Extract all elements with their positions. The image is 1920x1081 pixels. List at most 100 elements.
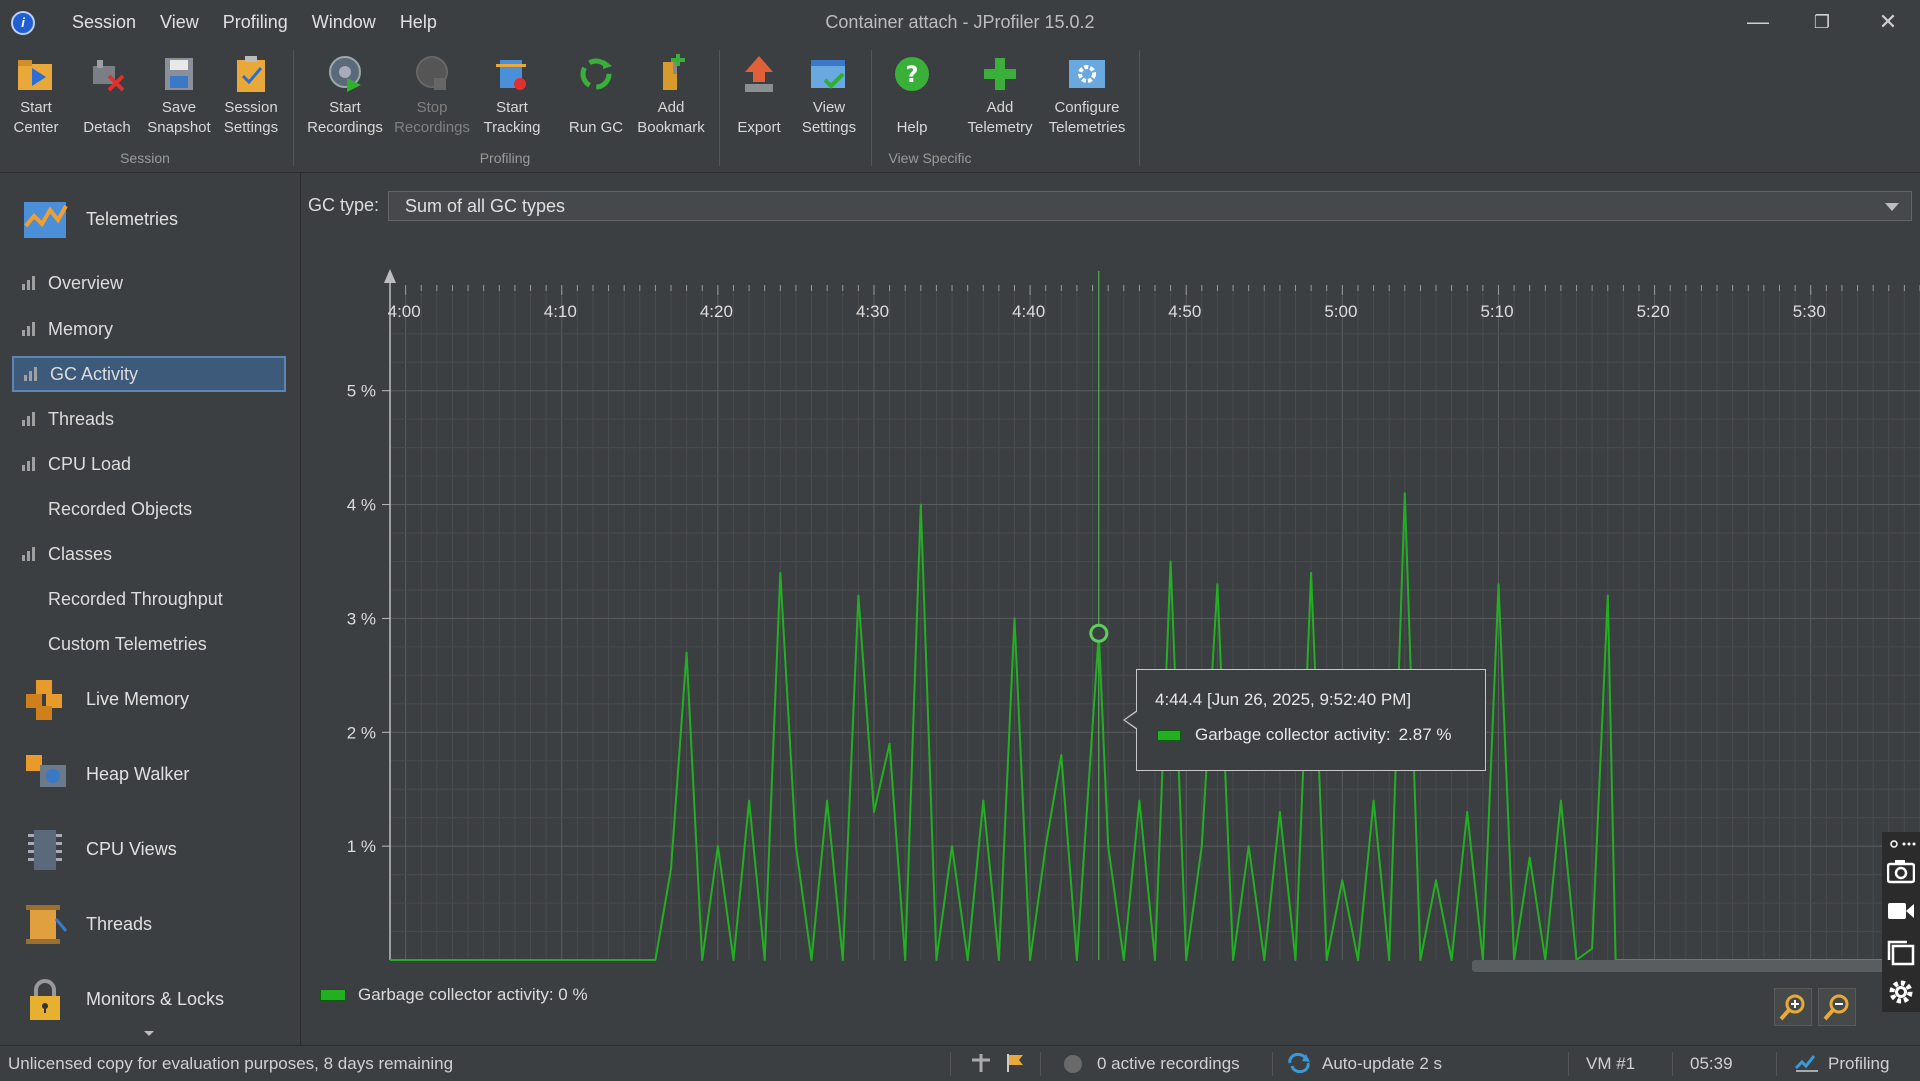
view-settings-button[interactable]: View Settings [789, 54, 869, 138]
chart-legend: Garbage collector activity: 0 % [320, 985, 588, 1005]
sidebar-category-cpu-views[interactable]: CPU Views [22, 825, 177, 873]
sidebar: Telemetries Overview Memory GC Activity Thr… [0, 173, 301, 1045]
add-bookmark-button[interactable]: Add Bookmark [631, 54, 711, 138]
start-recordings-button[interactable]: Start Recordings [305, 54, 385, 138]
toolbar-separator [293, 50, 294, 166]
sidebar-category-heap-walker[interactable]: Heap Walker [22, 750, 189, 798]
x-tick-label: 4:50 [1168, 302, 1201, 321]
sidebar-category-live-memory[interactable]: Live Memory [22, 675, 189, 723]
add-telemetry-button[interactable]: Add Telemetry [960, 54, 1040, 138]
scroll-down-arrow-icon[interactable] [144, 1031, 154, 1036]
legend-swatch [320, 989, 346, 1001]
help-icon: ? [892, 54, 932, 94]
refresh-icon [1286, 1052, 1312, 1079]
sidebar-item-label: Threads [48, 408, 115, 429]
x-tick-label: 5:10 [1480, 302, 1513, 321]
menu-help[interactable]: Help [388, 10, 449, 35]
folder-play-icon [16, 54, 56, 94]
toolbar-separator [1139, 50, 1140, 166]
export-button[interactable]: Export [719, 54, 799, 138]
menu-profiling[interactable]: Profiling [211, 10, 300, 35]
detach-button[interactable]: Detach [67, 54, 147, 138]
sidebar-item-overview[interactable]: Overview [12, 265, 286, 301]
x-tick-label: 4:00 [388, 302, 421, 321]
more-icon[interactable] [1888, 836, 1916, 850]
gc-type-selected-value: Sum of all GC types [405, 196, 566, 216]
sidebar-item-recorded-throughput[interactable]: Recorded Throughput [12, 581, 286, 617]
auto-update-status[interactable]: Auto-update 2 s [1322, 1054, 1442, 1074]
export-icon [739, 54, 779, 94]
recording-status-icon [1064, 1055, 1082, 1073]
session-group-label: Session [120, 150, 170, 166]
title-bar: i Session View Profiling Window Help Con… [0, 0, 1920, 44]
pin-icon[interactable] [970, 1052, 992, 1079]
menu-view[interactable]: View [148, 10, 211, 35]
configure-telemetries-icon [1067, 54, 1107, 94]
gear-icon[interactable] [1887, 978, 1915, 1011]
x-tick-label: 4:30 [856, 302, 889, 321]
sidebar-item-label: Overview [48, 272, 124, 293]
menu-window[interactable]: Window [300, 10, 388, 35]
sidebar-item-memory[interactable]: Memory [12, 311, 286, 347]
start-center-button[interactable]: Start Center [0, 54, 76, 138]
active-recordings[interactable]: 0 active recordings [1097, 1054, 1240, 1074]
tooltip-series-label: Garbage collector activity: [1195, 725, 1391, 744]
video-camera-icon[interactable] [1887, 900, 1915, 927]
tooltip-swatch [1157, 729, 1181, 741]
stop-recordings-button[interactable]: Stop Recordings [392, 54, 472, 138]
gc-type-label: GC type: [308, 195, 380, 215]
flag-icon[interactable] [1004, 1052, 1026, 1079]
minimize-button[interactable]: — [1730, 4, 1786, 40]
tooltip-series-value: 2.87 % [1398, 725, 1452, 744]
bar-chart-icon [22, 547, 38, 561]
restore-button[interactable]: ❐ [1794, 4, 1850, 40]
sidebar-category-telemetries[interactable]: Telemetries [22, 195, 178, 243]
sidebar-item-label: Custom Telemetries [48, 633, 207, 654]
detach-icon [87, 54, 127, 94]
y-tick-label: 2 % [347, 723, 376, 742]
x-tick-label: 5:20 [1637, 302, 1670, 321]
sidebar-item-threads[interactable]: Threads [12, 401, 286, 437]
window-capture-icon[interactable] [1887, 940, 1915, 971]
zoom-in-button[interactable] [1774, 988, 1812, 1026]
toolbar-separator [871, 50, 872, 166]
horizontal-scrollbar[interactable] [1472, 960, 1892, 972]
chart-tooltip: 4:44.4 [Jun 26, 2025, 9:52:40 PM] Garbag… [1123, 669, 1486, 771]
heap-walker-icon [22, 751, 68, 797]
start-tracking-icon [492, 54, 532, 94]
sidebar-category-label: Monitors & Locks [86, 988, 225, 1009]
view-specific-group-label: View Specific [888, 150, 972, 166]
run-gc-button[interactable]: Run GC [556, 54, 636, 138]
save-snapshot-button[interactable]: Save Snapshot [139, 54, 219, 138]
camera-icon[interactable] [1886, 858, 1916, 889]
gc-activity-chart[interactable]: 1 % 2 % 3 % 4 % 5 % 4:00 4:10 4:20 4:30 4:40 4:50 5… [302, 233, 1920, 973]
sidebar-item-gc-activity[interactable]: GC Activity [12, 356, 286, 392]
capture-toolbar [1882, 832, 1920, 1012]
start-tracking-button[interactable]: Start Tracking [472, 54, 552, 138]
y-tick-label: 4 % [347, 496, 376, 515]
sidebar-item-recorded-objects[interactable]: Recorded Objects [12, 491, 286, 527]
gc-type-select[interactable]: Sum of all GC types [388, 191, 1912, 221]
sidebar-category-label: Telemetries [86, 208, 179, 229]
sidebar-category-threads[interactable]: Threads [22, 900, 152, 948]
close-button[interactable]: ✕ [1860, 4, 1916, 40]
sidebar-category-monitors-locks[interactable]: Monitors & Locks [22, 975, 224, 1023]
sidebar-item-classes[interactable]: Classes [12, 536, 286, 572]
sidebar-category-label: CPU Views [86, 838, 177, 859]
menu-bar: Session View Profiling Window Help [60, 10, 449, 35]
configure-telemetries-button[interactable]: Configure Telemetries [1047, 54, 1127, 138]
session-settings-button[interactable]: Session Settings [211, 54, 291, 138]
zoom-out-button[interactable] [1818, 988, 1856, 1026]
tooltip-time: 4:44.4 [Jun 26, 2025, 9:52:40 PM] [1155, 690, 1412, 709]
help-button[interactable]: ? Help [872, 54, 952, 138]
sidebar-item-label: Classes [48, 543, 113, 564]
zoom-out-icon [1823, 994, 1849, 1021]
sidebar-item-cpu-load[interactable]: CPU Load [12, 446, 286, 482]
save-snapshot-icon [159, 54, 199, 94]
x-tick-label: 4:40 [1012, 302, 1045, 321]
sidebar-category-label: Live Memory [86, 688, 190, 709]
menu-session[interactable]: Session [60, 10, 148, 35]
bar-chart-icon [22, 412, 38, 426]
y-tick-label: 5 % [347, 382, 376, 401]
sidebar-item-custom-telemetries[interactable]: Custom Telemetries [12, 626, 286, 662]
